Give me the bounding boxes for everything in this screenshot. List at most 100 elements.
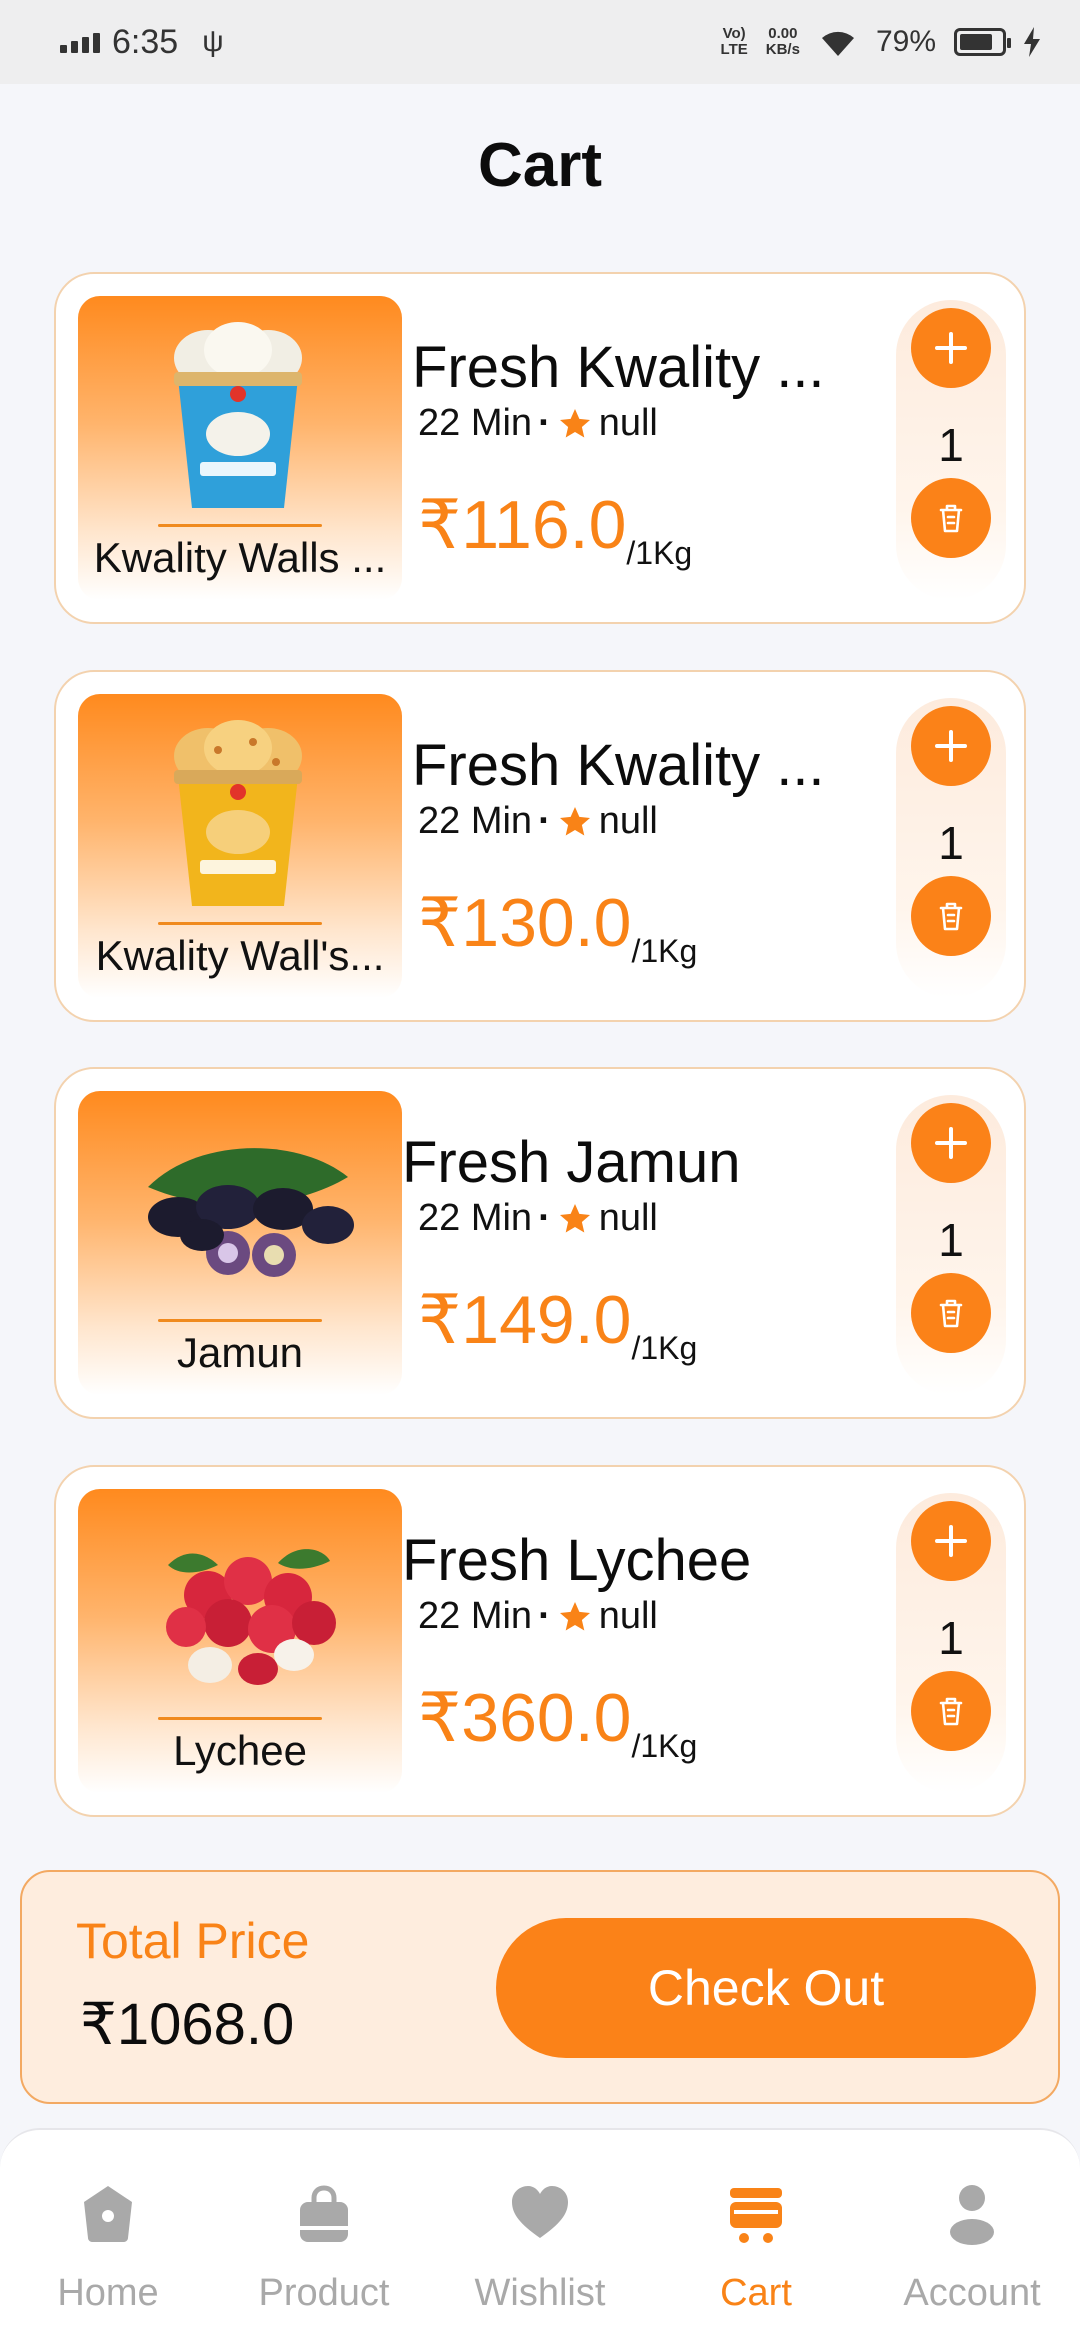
- total-price-value: ₹1068.0: [80, 1992, 295, 2057]
- bottom-navigation: Home Product Wishlist Cart Account: [0, 2128, 1080, 2340]
- meta-dot: ·: [538, 1197, 551, 1239]
- cart-item[interactable]: Kwality Walls ... Fresh Kwality ... 22 M…: [54, 272, 1026, 624]
- meta-dot: ·: [538, 1595, 551, 1637]
- product-image[interactable]: Kwality Wall's...: [78, 694, 402, 998]
- cart-item[interactable]: Jamun Fresh Jamun 22 Min · null ₹149.0 /…: [54, 1067, 1026, 1419]
- battery-percent: 79%: [875, 25, 936, 58]
- rating-value: null: [598, 1197, 658, 1239]
- quantity-value: 1: [938, 1214, 964, 1266]
- price-unit: /1Kg: [631, 1330, 698, 1366]
- increase-quantity-button[interactable]: [911, 1103, 991, 1183]
- product-price: ₹149.0 /1Kg: [418, 1281, 697, 1366]
- star-icon: [559, 1203, 590, 1232]
- cart-icon: [730, 2188, 782, 2243]
- delete-item-button[interactable]: [911, 876, 991, 956]
- heart-icon: [512, 2186, 568, 2238]
- quantity-value: 1: [938, 817, 964, 869]
- trash-icon: [939, 1299, 963, 1328]
- charging-icon: [1024, 27, 1040, 57]
- product-meta: 22 Min · null: [418, 1595, 658, 1638]
- star-icon: [559, 408, 590, 437]
- rating-value: null: [598, 1595, 658, 1637]
- delivery-time: 22 Min: [418, 800, 533, 842]
- image-caption: Kwality Wall's...: [95, 932, 385, 979]
- home-icon: [84, 2186, 132, 2242]
- star-icon: [559, 1601, 590, 1630]
- product-price: ₹130.0 /1Kg: [418, 884, 697, 969]
- nav-item-wishlist[interactable]: Wishlist: [432, 2130, 648, 2340]
- product-name: Fresh Lychee: [402, 1528, 752, 1593]
- cart-item[interactable]: Kwality Wall's... Fresh Kwality ... 22 M…: [54, 670, 1026, 1022]
- plus-icon: [935, 730, 967, 762]
- delete-item-button[interactable]: [911, 478, 991, 558]
- signal-icon: [60, 31, 100, 53]
- quantity-stepper: 1: [896, 1493, 1006, 1793]
- volte-icon: Vo) LTE: [720, 25, 748, 58]
- speed-value: 0.00: [768, 25, 798, 42]
- increase-quantity-button[interactable]: [911, 706, 991, 786]
- battery-icon: [954, 28, 1011, 56]
- quantity-stepper: 1: [896, 698, 1006, 998]
- product-price: ₹116.0 /1Kg: [418, 486, 692, 571]
- image-caption: Jamun: [176, 1329, 304, 1376]
- price-unit: /1Kg: [631, 933, 698, 969]
- quantity-stepper: 1: [896, 300, 1006, 600]
- nav-label: Account: [903, 2272, 1041, 2314]
- usb-icon: ψ: [202, 25, 224, 58]
- price-amount: ₹149.0: [418, 1282, 632, 1358]
- product-meta: 22 Min · null: [418, 800, 658, 843]
- rating-value: null: [598, 800, 658, 842]
- product-name: Fresh Jamun: [402, 1130, 741, 1195]
- speed-unit: KB/s: [765, 41, 800, 58]
- checkout-button[interactable]: Check Out: [496, 1918, 1036, 2058]
- lychee-fruit-image: [166, 1549, 336, 1685]
- total-price-label: Total Price: [76, 1913, 310, 1969]
- status-bar: 6:35 ψ Vo) LTE 0.00 KB/s 79%: [0, 0, 1080, 84]
- nav-item-product[interactable]: Product: [216, 2130, 432, 2340]
- increase-quantity-button[interactable]: [911, 308, 991, 388]
- plus-icon: [935, 1525, 967, 1557]
- product-price: ₹360.0 /1Kg: [418, 1679, 697, 1764]
- product-image[interactable]: Kwality Walls ...: [78, 296, 402, 600]
- delete-item-button[interactable]: [911, 1671, 991, 1751]
- ice-cream-vanilla-image: [174, 322, 302, 508]
- nav-item-home[interactable]: Home: [0, 2130, 216, 2340]
- product-image[interactable]: Jamun: [78, 1091, 402, 1395]
- quantity-value: 1: [938, 1612, 964, 1664]
- cart-item[interactable]: Lychee Fresh Lychee 22 Min · null ₹360.0…: [54, 1465, 1026, 1817]
- nav-item-cart[interactable]: Cart: [648, 2130, 864, 2340]
- trash-icon: [939, 902, 963, 931]
- network-label: LTE: [720, 41, 748, 58]
- price-amount: ₹130.0: [418, 885, 632, 961]
- meta-dot: ·: [538, 402, 551, 444]
- nav-label: Home: [57, 2272, 159, 2314]
- plus-icon: [935, 1127, 967, 1159]
- price-amount: ₹360.0: [418, 1680, 632, 1756]
- nav-item-account[interactable]: Account: [864, 2130, 1080, 2340]
- trash-icon: [939, 504, 963, 533]
- meta-dot: ·: [538, 800, 551, 842]
- image-divider: [158, 1319, 322, 1322]
- jamun-fruit-image: [148, 1148, 354, 1277]
- increase-quantity-button[interactable]: [911, 1501, 991, 1581]
- product-image[interactable]: Lychee: [78, 1489, 402, 1793]
- delete-item-button[interactable]: [911, 1273, 991, 1353]
- ice-cream-butterscotch-image: [174, 720, 302, 906]
- plus-icon: [935, 332, 967, 364]
- product-meta: 22 Min · null: [418, 402, 658, 445]
- quantity-stepper: 1: [896, 1095, 1006, 1395]
- total-price-bar: Total Price ₹1068.0 Check Out: [20, 1870, 1060, 2104]
- quantity-value: 1: [938, 419, 964, 471]
- delivery-time: 22 Min: [418, 402, 533, 444]
- image-divider: [158, 524, 322, 527]
- delivery-time: 22 Min: [418, 1595, 533, 1637]
- nav-label: Cart: [720, 2272, 792, 2314]
- page-title: Cart: [477, 131, 603, 200]
- price-unit: /1Kg: [626, 535, 693, 571]
- image-caption: Lychee: [173, 1727, 307, 1774]
- nav-label: Wishlist: [474, 2272, 606, 2314]
- product-meta: 22 Min · null: [418, 1197, 658, 1240]
- product-name: Fresh Kwality ...: [412, 733, 825, 798]
- image-caption: Kwality Walls ...: [93, 534, 387, 581]
- delivery-time: 22 Min: [418, 1197, 533, 1239]
